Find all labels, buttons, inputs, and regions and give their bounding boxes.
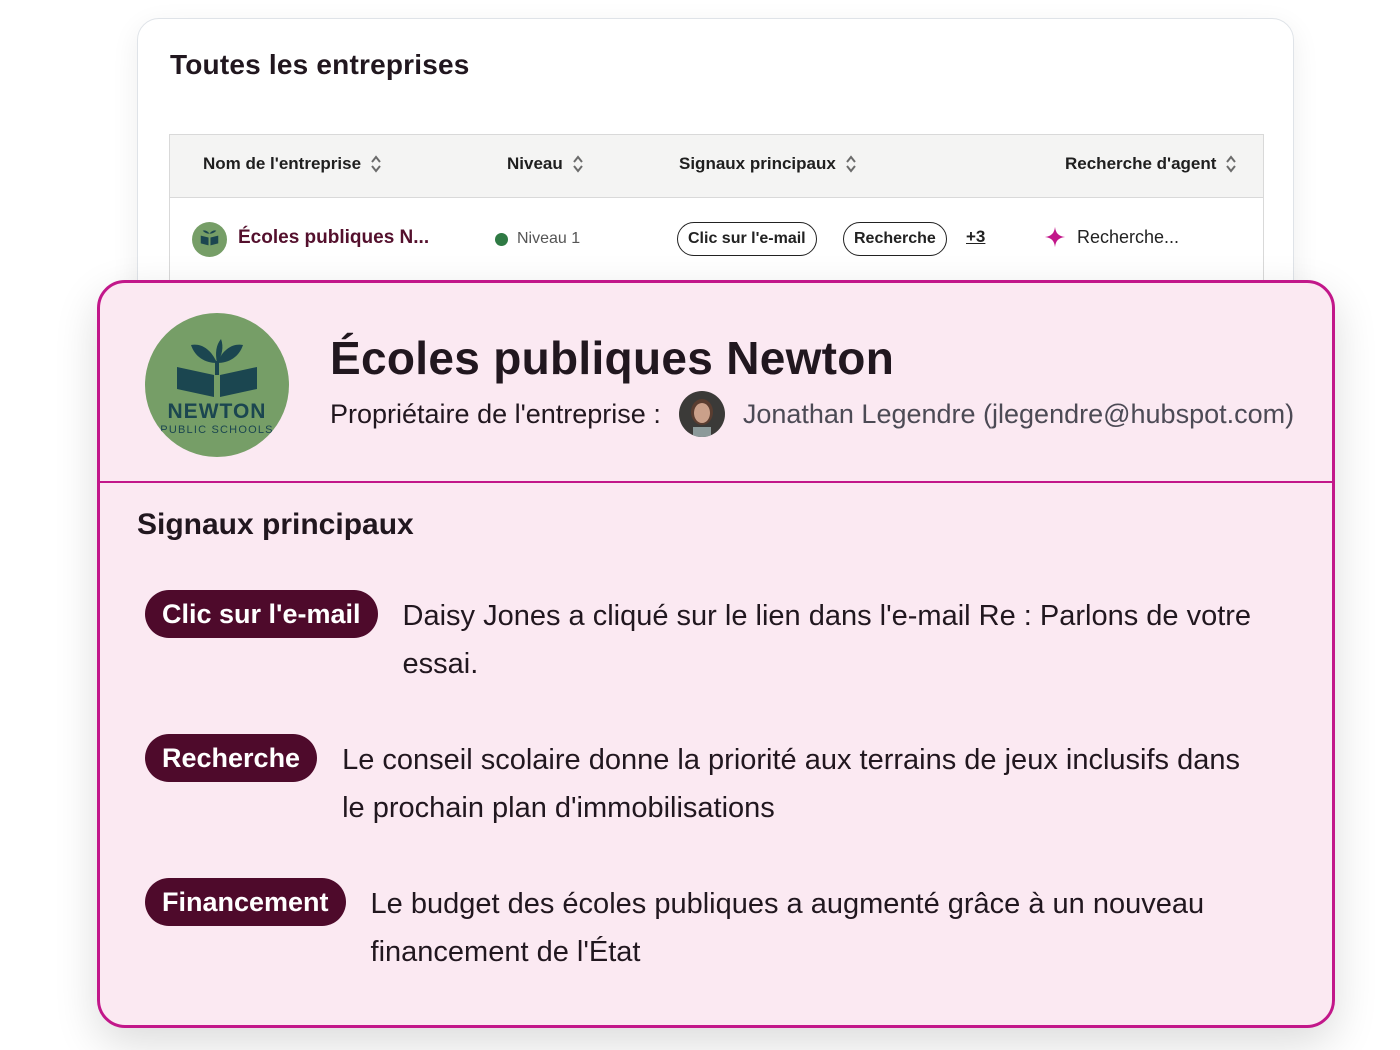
column-header-label: Recherche d'agent <box>1065 154 1217 173</box>
column-header-level[interactable]: Niveau <box>507 154 584 174</box>
sort-updown-icon <box>371 155 381 173</box>
company-logo <box>192 222 227 257</box>
column-header-label: Niveau <box>507 154 563 173</box>
signal-chip-email-click[interactable]: Clic sur l'e-mail <box>677 222 817 256</box>
company-logo-large: NEWTON PUBLIC SCHOOLS <box>145 313 289 457</box>
sparkle-icon <box>1044 226 1066 248</box>
signal-item: Clic sur l'e-mail Daisy Jones a cliqué s… <box>145 590 1255 688</box>
sort-updown-icon <box>1226 155 1237 173</box>
owner-label: Propriétaire de l'entreprise : <box>330 398 661 429</box>
sort-updown-icon <box>846 155 856 173</box>
agent-research-label: Recherche... <box>1077 226 1180 247</box>
signals-section-title: Signaux principaux <box>137 508 414 541</box>
avatar[interactable] <box>678 391 725 437</box>
column-header-label: Nom de l'entreprise <box>203 154 362 173</box>
level-indicator: Niveau 1 <box>495 230 580 248</box>
table-card-title: Toutes les entreprises <box>170 49 470 80</box>
more-signals-link[interactable]: +3 <box>966 227 985 247</box>
signal-description: Daisy Jones a cliqué sur le lien dans l'… <box>402 600 1252 680</box>
column-header-label: Signaux principaux <box>679 154 836 173</box>
signal-item: Recherche Le conseil scolaire donne la p… <box>145 734 1255 832</box>
column-header-company-name[interactable]: Nom de l'entreprise <box>203 154 382 174</box>
company-detail-card: NEWTON PUBLIC SCHOOLS Écoles publiques N… <box>97 280 1335 1028</box>
agent-research-cell[interactable]: Recherche... <box>1044 226 1179 248</box>
level-status-dot <box>495 232 508 246</box>
signal-chip-research[interactable]: Recherche <box>843 222 947 256</box>
svg-text:NEWTON: NEWTON <box>168 400 267 423</box>
svg-text:PUBLIC SCHOOLS: PUBLIC SCHOOLS <box>160 424 273 436</box>
owner-name[interactable]: Jonathan Legendre (jlegendre@hubspot.com… <box>743 399 1294 430</box>
sort-updown-icon <box>572 155 583 173</box>
signal-item: Financement Le budget des écoles publiqu… <box>145 878 1275 976</box>
signal-tag-funding[interactable]: Financement <box>145 878 346 926</box>
company-owner-row: Propriétaire de l'entreprise : Jonathan … <box>330 391 1294 437</box>
signal-description: Le budget des écoles publiques a augment… <box>370 888 1205 968</box>
table-row[interactable]: Écoles publiques N... Niveau 1 Clic sur … <box>170 197 1263 282</box>
company-name-link[interactable]: Écoles publiques N... <box>238 227 429 249</box>
header-divider <box>100 481 1332 483</box>
column-header-top-signals[interactable]: Signaux principaux <box>679 154 857 174</box>
owner-avatar-photo <box>678 391 725 437</box>
signal-tag-email-click[interactable]: Clic sur l'e-mail <box>145 590 378 638</box>
newton-public-schools-logo: NEWTON PUBLIC SCHOOLS <box>160 339 273 436</box>
level-label: Niveau 1 <box>517 230 581 247</box>
book-sprout-icon <box>200 230 219 246</box>
company-title: Écoles publiques Newton <box>330 332 895 384</box>
column-header-agent-research[interactable]: Recherche d'agent <box>1065 154 1237 174</box>
table-header: Nom de l'entreprise Niveau Signaux princ… <box>170 135 1263 198</box>
signal-description: Le conseil scolaire donne la priorité au… <box>342 744 1240 824</box>
signal-tag-research[interactable]: Recherche <box>145 734 318 782</box>
